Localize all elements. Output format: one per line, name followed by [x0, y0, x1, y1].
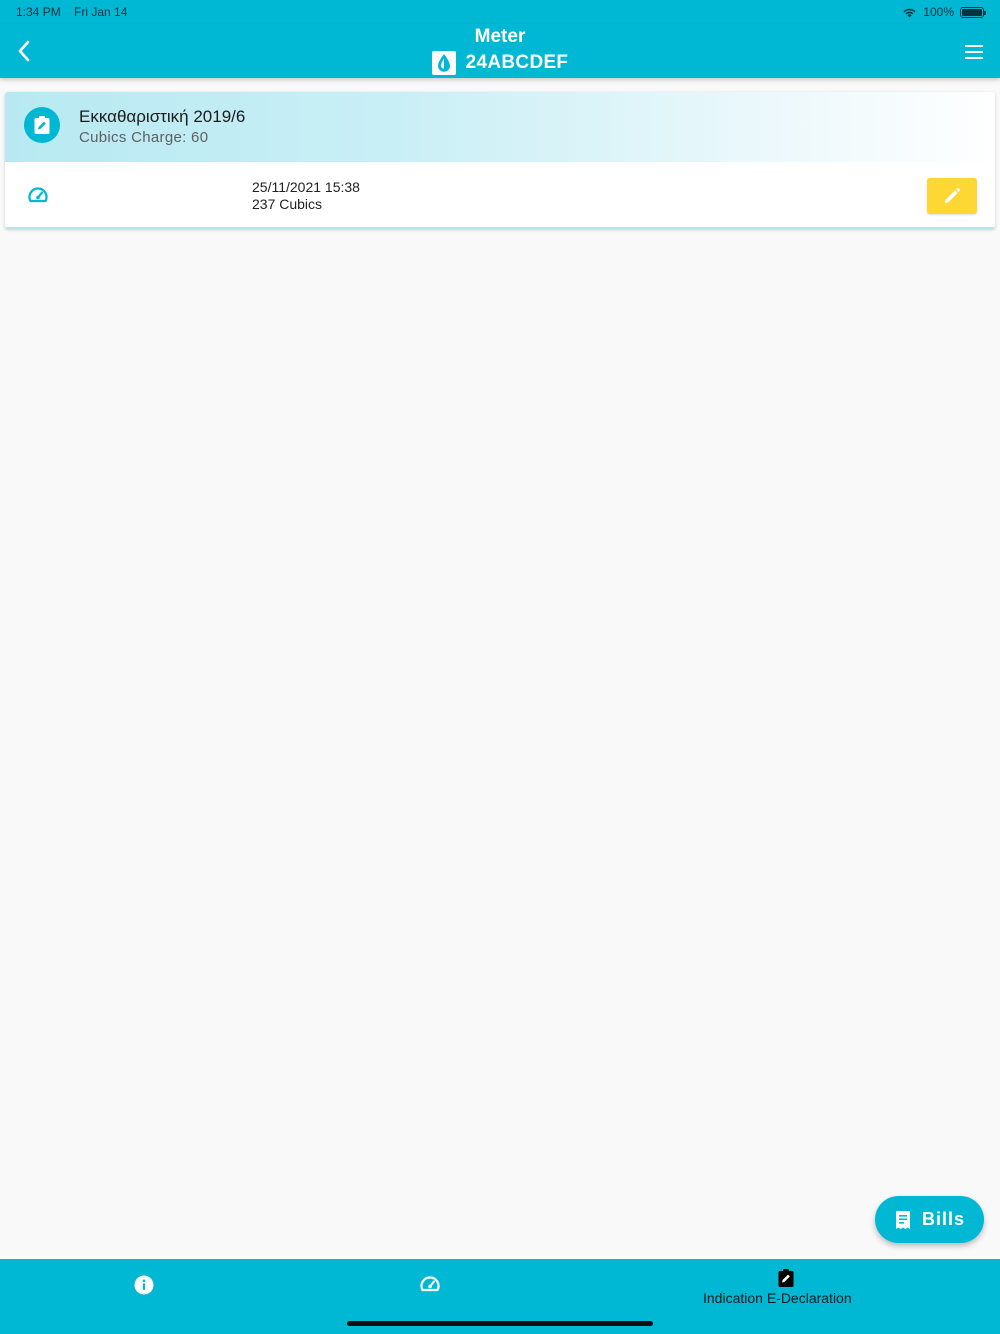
page-title: Meter: [474, 26, 526, 47]
status-date: Fri Jan 14: [74, 5, 128, 19]
app-bar: Meter 24ABCDEF: [0, 24, 1000, 78]
menu-button[interactable]: [960, 38, 988, 66]
status-left: 1:34 PM Fri Jan 14: [16, 5, 137, 19]
tab-indication-e-declaration[interactable]: Indication E-Declaration: [667, 1259, 1000, 1334]
tab-label: Indication E-Declaration: [703, 1290, 852, 1306]
receipt-icon: [895, 1210, 910, 1229]
status-right: 100%: [902, 5, 986, 19]
status-bar: 1:34 PM Fri Jan 14 100%: [0, 0, 1000, 24]
card-title: Εκκαθαριστική 2019/6: [79, 107, 246, 126]
card-header: Εκκαθαριστική 2019/6 Cubics Charge: 60: [5, 92, 995, 162]
bills-button[interactable]: Bills: [875, 1196, 984, 1243]
battery-percent: 100%: [923, 5, 954, 19]
reading-value: 237 Cubics: [252, 196, 323, 212]
gauge-icon: [419, 1276, 440, 1292]
battery-icon: [960, 6, 986, 18]
edit-document-icon: [24, 107, 60, 143]
status-time: 1:34 PM: [16, 5, 61, 19]
edit-reading-button[interactable]: [927, 178, 977, 214]
gauge-icon: [28, 187, 48, 203]
reading-datetime: 25/11/2021 15:38: [252, 179, 360, 195]
meter-id-row: 24ABCDEF: [0, 51, 1000, 75]
reading-row: 25/11/2021 15:38 237 Cubics: [5, 162, 995, 229]
wifi-icon: [903, 8, 916, 18]
home-indicator[interactable]: [347, 1321, 653, 1326]
tab-info[interactable]: [0, 1259, 333, 1334]
water-drop-icon: [431, 51, 456, 75]
pencil-icon: [945, 187, 961, 203]
declaration-card: Εκκαθαριστική 2019/6 Cubics Charge: 60 2…: [5, 92, 995, 229]
info-icon: [134, 1275, 154, 1295]
hamburger-menu-icon: [965, 45, 983, 59]
edit-document-icon: [778, 1269, 793, 1287]
bills-label: Bills: [921, 1209, 965, 1229]
meter-id: 24ABCDEF: [465, 52, 569, 73]
card-subtitle: Cubics Charge: 60: [79, 129, 209, 146]
